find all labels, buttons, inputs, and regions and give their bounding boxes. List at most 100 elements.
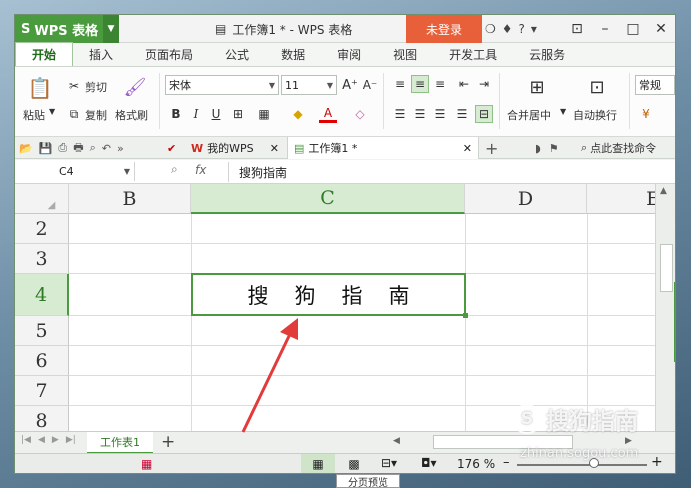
tab-view[interactable]: 视图 — [377, 42, 433, 66]
row-header-4[interactable]: 4 — [15, 274, 69, 316]
column-header-d[interactable]: D — [465, 184, 587, 214]
zoom-out-button[interactable]: – — [503, 455, 510, 470]
align-center-icon[interactable]: ☰ — [411, 105, 429, 123]
calendar-icon[interactable]: ▦ — [141, 457, 152, 471]
restore-icon[interactable]: ⊡ — [563, 15, 591, 43]
close-icon[interactable]: ✕ — [647, 15, 675, 43]
last-sheet-icon[interactable]: ▶| — [66, 435, 76, 445]
tab-data[interactable]: 数据 — [265, 42, 321, 66]
merge-center-icon[interactable]: ⊞ — [525, 75, 549, 99]
cut-button[interactable]: 剪切 — [85, 79, 107, 95]
sheet-tab-1[interactable]: 工作表1 — [87, 432, 153, 454]
font-color-icon[interactable]: A — [319, 105, 337, 123]
tab-cloud[interactable]: 云服务 — [513, 42, 581, 66]
scrollbar-thumb[interactable] — [660, 244, 673, 292]
merge-center-button[interactable]: 合并居中 — [507, 107, 551, 123]
font-size-select[interactable]: 11 ▼ — [281, 75, 337, 95]
underline-button[interactable]: U — [207, 105, 225, 123]
eye-protect-icon[interactable]: ◘▾ — [421, 456, 437, 470]
align-left-icon[interactable]: ☰ — [391, 105, 409, 123]
font-name-select[interactable]: 宋体 ▼ — [165, 75, 279, 95]
clear-format-icon[interactable]: ◇ — [351, 105, 369, 123]
borders-icon[interactable]: ⊞ — [229, 105, 247, 123]
chevron-down-icon[interactable]: ▼ — [49, 107, 55, 116]
format-painter-icon[interactable]: 🖌 — [123, 75, 147, 99]
add-sheet-button[interactable]: + — [161, 432, 175, 452]
wrap-text-icon[interactable]: ⊡ — [585, 75, 609, 99]
tab-review[interactable]: 审阅 — [321, 42, 377, 66]
freeze-icon[interactable]: ⊟▾ — [381, 456, 397, 470]
column-header-e[interactable]: E — [587, 184, 655, 214]
function-icon[interactable]: fx — [195, 163, 206, 177]
next-sheet-icon[interactable]: ▶ — [52, 435, 59, 445]
tab-home[interactable]: 开始 — [15, 42, 74, 66]
close-icon[interactable]: ✕ — [463, 142, 472, 155]
column-header-c[interactable]: C — [191, 184, 465, 214]
skin-icon[interactable]: ♦ — [502, 22, 513, 36]
align-top-icon[interactable]: ≡ — [391, 75, 409, 93]
justify-icon[interactable]: ☰ — [453, 105, 471, 123]
formula-input[interactable]: 搜狗指南 — [228, 162, 674, 182]
feedback-icon[interactable]: ❍ — [485, 22, 496, 36]
page-break-view-icon[interactable]: ▩ — [339, 454, 369, 473]
tab-workbook[interactable]: ▤ 工作簿1 * ✕ — [287, 137, 479, 159]
distributed-icon[interactable]: ⊟ — [475, 105, 493, 123]
chevron-down-icon[interactable]: ▾ — [531, 22, 537, 36]
italic-button[interactable]: I — [187, 105, 205, 123]
copy-icon[interactable]: ⧉ — [65, 105, 83, 123]
undo-icon[interactable]: ↶ — [102, 142, 111, 155]
decrease-font-icon[interactable]: A⁻ — [361, 76, 379, 94]
wrap-text-button[interactable]: 自动换行 — [573, 107, 617, 123]
fill-color-icon[interactable]: ◆ — [289, 105, 307, 123]
column-header-b[interactable]: B — [69, 184, 191, 214]
selected-cell-c4[interactable]: 搜狗指南 — [191, 273, 466, 316]
paste-button[interactable]: 粘贴 — [23, 107, 45, 123]
row-header-5[interactable]: 5 — [15, 316, 69, 346]
new-tab-button[interactable]: + — [485, 139, 498, 158]
currency-icon[interactable]: ¥ — [637, 105, 655, 123]
minimize-icon[interactable]: – — [591, 15, 619, 43]
select-all-corner[interactable]: ◢ — [15, 184, 69, 214]
bold-button[interactable]: B — [167, 105, 185, 123]
name-box[interactable]: C4 ▼ — [15, 162, 135, 181]
first-sheet-icon[interactable]: |◀ — [21, 435, 31, 445]
folder-icon[interactable]: 📂 — [19, 142, 33, 155]
row-header-2[interactable]: 2 — [15, 214, 69, 244]
normal-view-icon[interactable]: ▦ — [301, 454, 335, 473]
app-menu-button[interactable]: S WPS 表格 ▼ — [15, 15, 119, 43]
increase-font-icon[interactable]: A⁺ — [341, 76, 359, 94]
docer-icon[interactable]: ◗ — [535, 142, 541, 155]
row-header-6[interactable]: 6 — [15, 346, 69, 376]
more-icon[interactable]: » — [117, 142, 124, 155]
print-preview-icon[interactable]: ⌕ — [90, 141, 96, 155]
scissors-icon[interactable]: ✂ — [65, 77, 83, 95]
side-panel-toggle[interactable] — [674, 282, 675, 362]
copy-button[interactable]: 复制 — [85, 107, 107, 123]
row-header-7[interactable]: 7 — [15, 376, 69, 406]
tab-insert[interactable]: 插入 — [73, 42, 129, 66]
save-icon[interactable]: 💾 — [39, 142, 53, 155]
zoom-level[interactable]: 176 % — [457, 457, 495, 471]
align-middle-icon[interactable]: ≡ — [411, 75, 429, 93]
zoom-icon[interactable]: ⌕ — [171, 162, 178, 177]
help-icon[interactable]: ? — [519, 22, 525, 36]
row-header-3[interactable]: 3 — [15, 244, 69, 274]
tab-developer[interactable]: 开发工具 — [433, 42, 513, 66]
maximize-icon[interactable]: □ — [619, 15, 647, 43]
prev-sheet-icon[interactable]: ◀ — [38, 435, 45, 445]
chevron-down-icon[interactable]: ▼ — [103, 15, 119, 43]
zoom-slider[interactable] — [517, 464, 647, 466]
scroll-up-icon[interactable]: ▲ — [660, 186, 667, 196]
vertical-scrollbar[interactable]: ▲ — [655, 184, 675, 440]
command-search[interactable]: ⌕ 点此查找命令 — [581, 140, 656, 156]
number-format-select[interactable]: 常规 — [635, 75, 675, 95]
pin-icon[interactable]: ✔ — [167, 140, 176, 156]
tab-page-layout[interactable]: 页面布局 — [129, 42, 209, 66]
format-painter-button[interactable]: 格式刷 — [115, 107, 148, 123]
print-icon[interactable]: 🖶 — [73, 139, 83, 158]
tab-my-wps[interactable]: W 我的WPS ✕ — [185, 137, 285, 159]
chevron-down-icon[interactable]: ▼ — [560, 107, 566, 116]
indent-increase-icon[interactable]: ⇥ — [475, 75, 493, 93]
paste-icon[interactable]: 📋 — [27, 75, 53, 101]
zoom-in-button[interactable]: + — [651, 454, 663, 470]
